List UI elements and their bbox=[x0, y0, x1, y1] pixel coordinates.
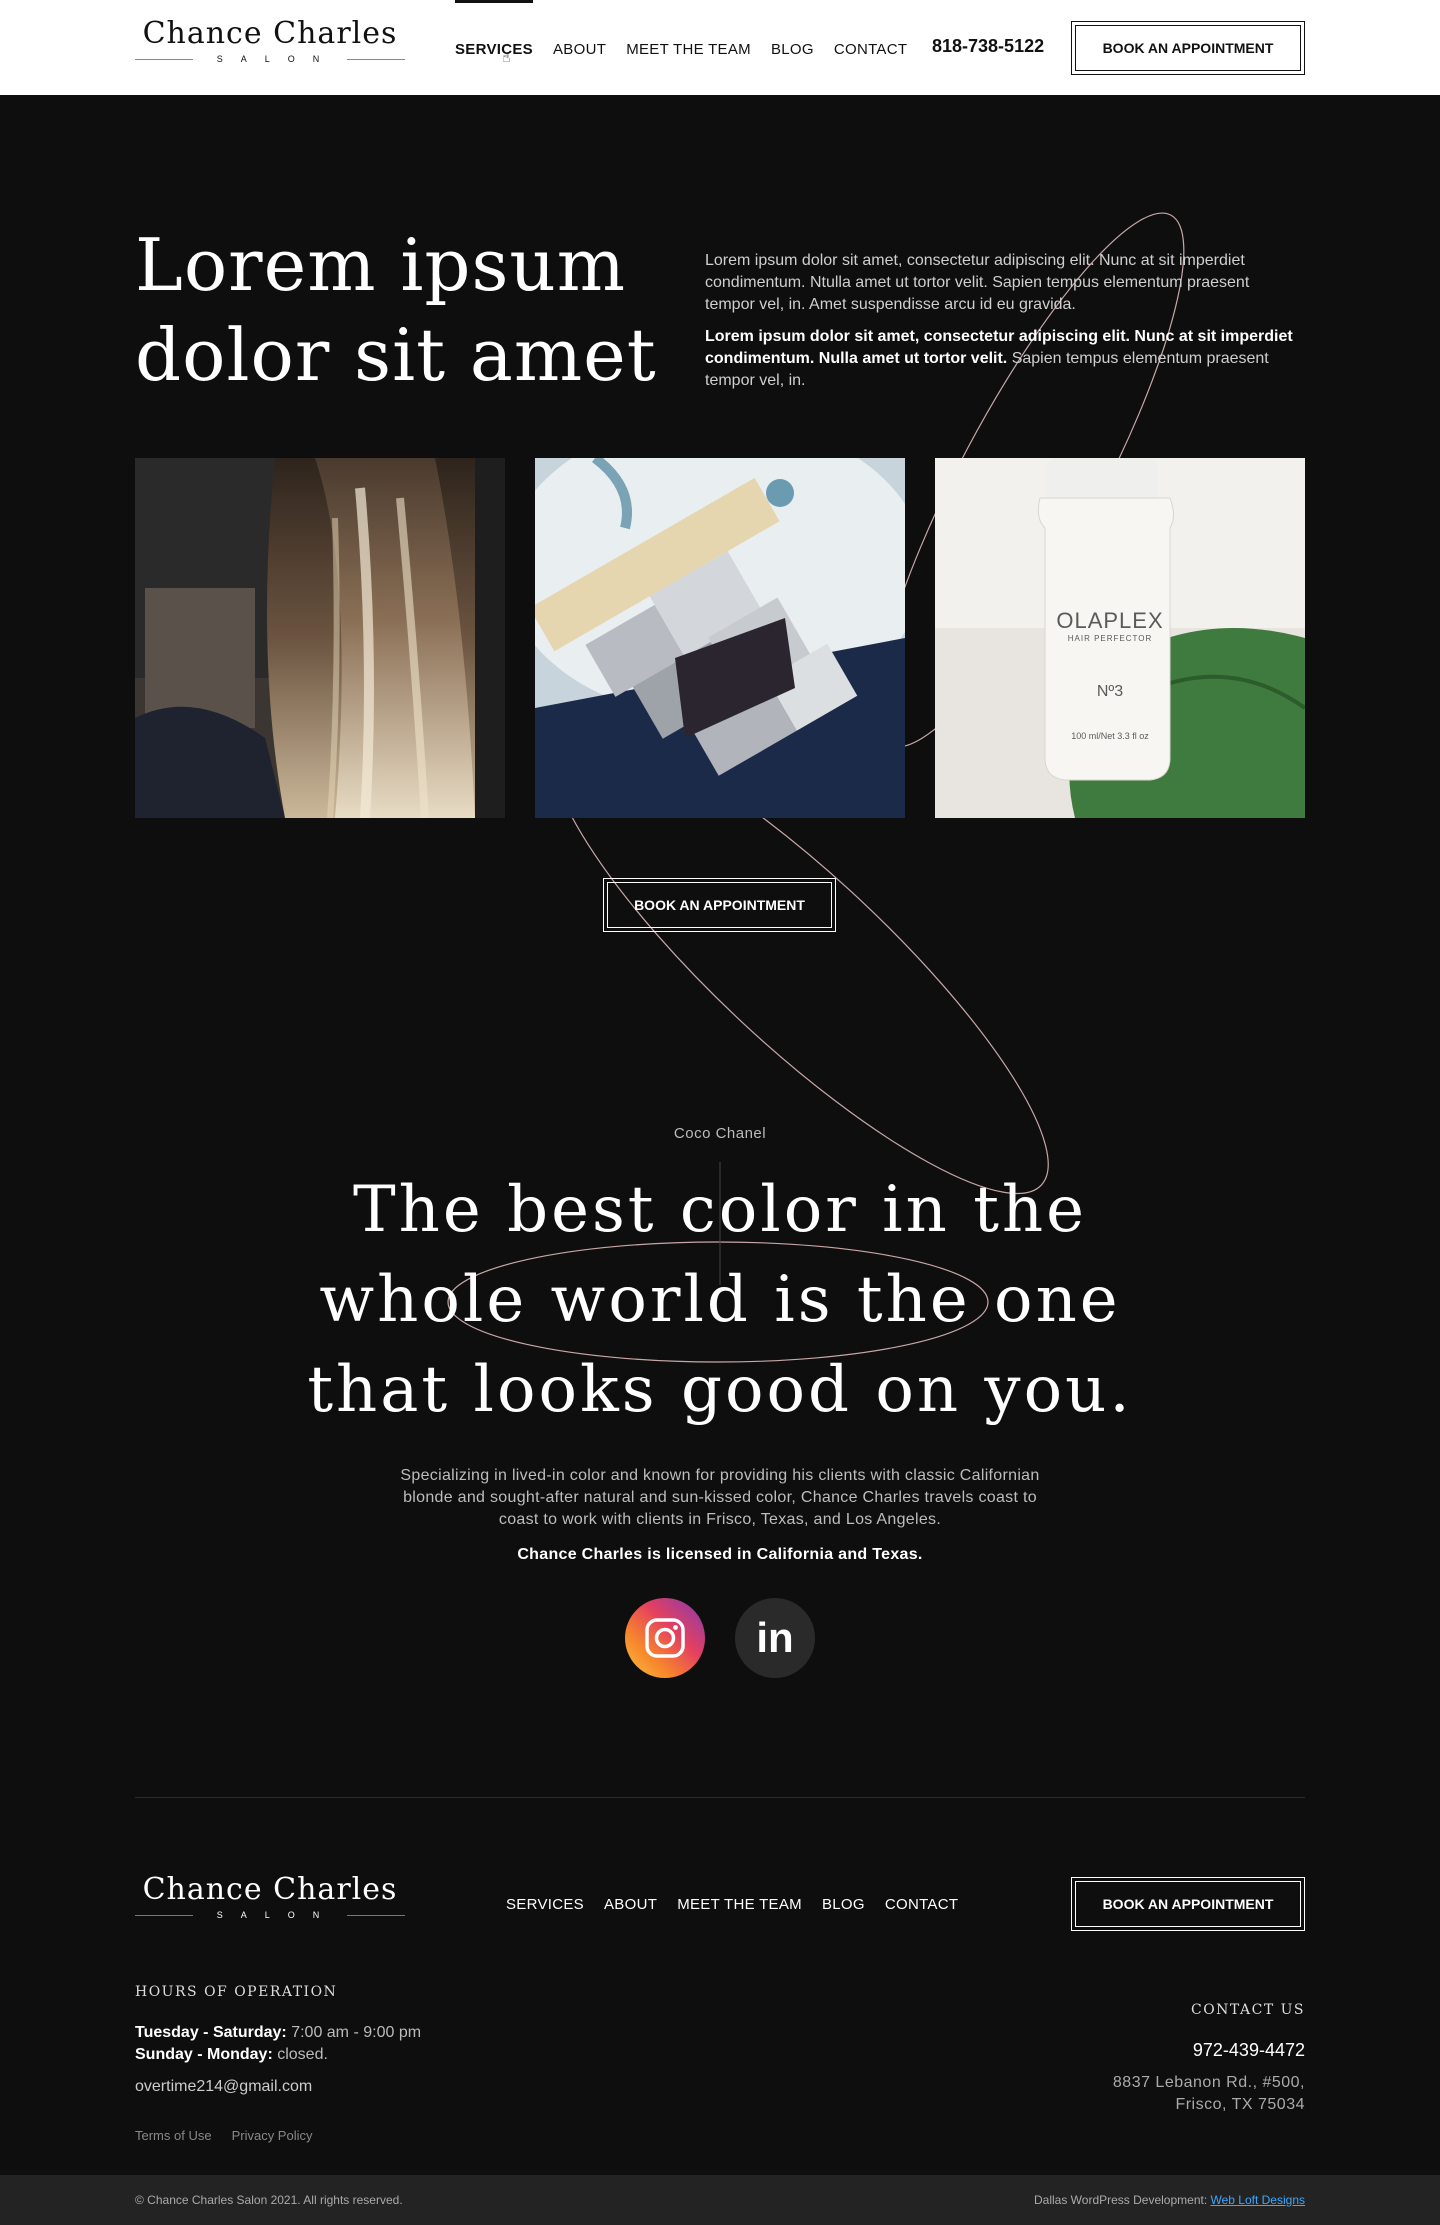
hours-day-2: Sunday - Monday: bbox=[135, 2046, 273, 2063]
pointer-cursor-icon: ☝ bbox=[502, 50, 511, 66]
credit-prefix: Dallas WordPress Development: bbox=[1033, 2193, 1211, 2207]
footer-logo-line-left bbox=[135, 1914, 193, 1916]
footer-nav-contact[interactable]: CONTACT bbox=[885, 1896, 958, 1913]
quote-author: Coco Chanel bbox=[673, 1125, 767, 1142]
privacy-link[interactable]: Privacy Policy bbox=[232, 2128, 313, 2143]
main-nav: SERVICES ABOUT MEET THE TEAM BLOG CONTAC… bbox=[455, 0, 907, 95]
hours-list: Tuesday - Saturday: 7:00 am - 9:00 pm Su… bbox=[135, 2022, 421, 2066]
photo-foil-highlights bbox=[535, 458, 905, 818]
terms-link[interactable]: Terms of Use bbox=[135, 2128, 212, 2143]
logo-name: Chance Charles bbox=[142, 16, 398, 51]
footer-nav-meet-the-team[interactable]: MEET THE TEAM bbox=[677, 1896, 802, 1913]
footer-logo[interactable]: Chance Charles SALON bbox=[135, 1872, 406, 1920]
legal-links: Terms of Use Privacy Policy bbox=[135, 2128, 313, 2143]
bottle-number: Nº3 bbox=[1096, 683, 1124, 700]
address-line-2: Frisco, TX 75034 bbox=[1175, 2096, 1305, 2113]
nav-services[interactable]: SERVICES bbox=[455, 0, 533, 95]
linkedin-icon[interactable]: in bbox=[735, 1598, 815, 1678]
hero-title: Lorem ipsum dolor sit amet bbox=[135, 220, 695, 400]
license-statement: Chance Charles is licensed in California… bbox=[517, 1546, 923, 1563]
photo-blonde-balayage bbox=[135, 458, 505, 818]
quote-line3: that looks good on you. bbox=[307, 1353, 1133, 1427]
footer-phone[interactable]: 972-439-4472 bbox=[1193, 2040, 1305, 2061]
bottom-bar: © Chance Charles Salon 2021. All rights … bbox=[0, 2175, 1440, 2225]
hero-paragraph-1: Lorem ipsum dolor sit amet, consectetur … bbox=[705, 252, 1250, 313]
contact-title: CONTACT US bbox=[1190, 2002, 1305, 2018]
footer-nav-services[interactable]: SERVICES bbox=[506, 1896, 584, 1913]
logo[interactable]: Chance Charles SALON bbox=[135, 16, 406, 64]
hours-title: HOURS OF OPERATION bbox=[135, 1984, 338, 2000]
about-paragraph: Specializing in lived-in color and known… bbox=[400, 1467, 1040, 1528]
credit-link[interactable]: Web Loft Designs bbox=[1211, 2193, 1306, 2207]
quote-line1: The best color in the bbox=[352, 1173, 1088, 1247]
bottle-brand: OLAPLEX bbox=[1056, 608, 1164, 633]
book-appointment-button[interactable]: BOOK AN APPOINTMENT bbox=[603, 878, 836, 932]
logo-line-right bbox=[347, 58, 406, 60]
bottle-subtitle: HAIR PERFECTOR bbox=[1067, 634, 1153, 643]
nav-contact[interactable]: CONTACT bbox=[834, 0, 907, 95]
site-header: Chance Charles SALON SERVICES ABOUT MEET… bbox=[0, 0, 1440, 95]
footer-book-appointment-button[interactable]: BOOK AN APPOINTMENT bbox=[1071, 1877, 1305, 1931]
logo-line-left bbox=[135, 58, 193, 60]
hero-title-line2: dolor sit amet bbox=[135, 313, 657, 397]
hours-day-1: Tuesday - Saturday: bbox=[135, 2024, 287, 2041]
copyright: © Chance Charles Salon 2021. All rights … bbox=[135, 2193, 403, 2207]
nav-about[interactable]: ABOUT bbox=[553, 0, 606, 95]
hours-time-1: 7:00 am - 9:00 pm bbox=[286, 2024, 422, 2041]
photo-olaplex-bottle: OLAPLEX HAIR PERFECTOR Nº3 100 ml/Net 3.… bbox=[935, 458, 1305, 818]
instagram-icon[interactable] bbox=[625, 1598, 705, 1678]
header-phone[interactable]: 818-738-5122 bbox=[932, 36, 1044, 57]
nav-blog[interactable]: BLOG bbox=[771, 0, 814, 95]
hero-title-line1: Lorem ipsum bbox=[135, 223, 627, 307]
footer-nav: SERVICES ABOUT MEET THE TEAM BLOG CONTAC… bbox=[506, 1896, 958, 1913]
bottle-size: 100 ml/Net 3.3 fl oz bbox=[1071, 731, 1149, 741]
address-line-1: 8837 Lebanon Rd., #500, bbox=[1112, 2074, 1305, 2091]
footer-nav-blog[interactable]: BLOG bbox=[822, 1896, 865, 1913]
hero-paragraph-2: Lorem ipsum dolor sit amet, consectetur … bbox=[705, 326, 1300, 392]
footer-logo-tagline: SALON bbox=[216, 1910, 338, 1920]
footer-divider bbox=[135, 1797, 1305, 1798]
footer-logo-line-right bbox=[347, 1914, 406, 1916]
contact-email[interactable]: overtime214@gmail.com bbox=[135, 2078, 312, 2096]
footer-nav-about[interactable]: ABOUT bbox=[604, 1896, 657, 1913]
quote-text: The best color in the whole world is the… bbox=[270, 1165, 1170, 1435]
quote-line2: whole world is the one bbox=[319, 1263, 1121, 1337]
hours-time-2: closed. bbox=[272, 2046, 328, 2063]
hero-description: Lorem ipsum dolor sit amet, consectetur … bbox=[705, 250, 1300, 392]
book-appointment-button[interactable]: BOOK AN APPOINTMENT bbox=[1071, 21, 1305, 75]
nav-meet-the-team[interactable]: MEET THE TEAM bbox=[626, 0, 751, 95]
footer-logo-name: Chance Charles bbox=[142, 1872, 398, 1907]
credit: Dallas WordPress Development: Web Loft D… bbox=[1034, 2193, 1305, 2207]
address: 8837 Lebanon Rd., #500, Frisco, TX 75034 bbox=[1113, 2072, 1305, 2116]
logo-tagline: SALON bbox=[216, 54, 338, 64]
